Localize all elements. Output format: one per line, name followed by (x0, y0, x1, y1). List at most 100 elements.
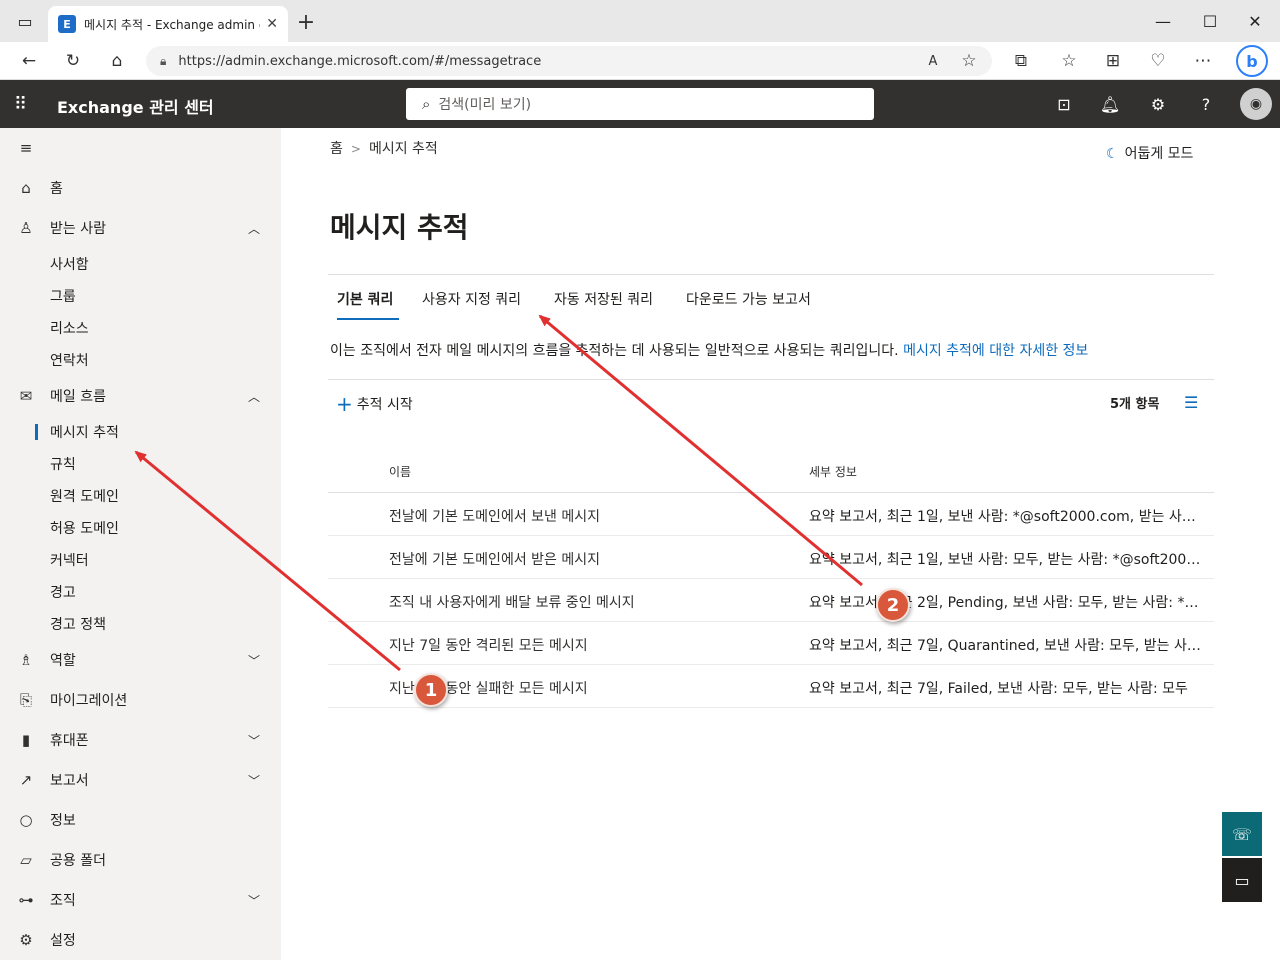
nav-item-public-folders[interactable]: ▱ 공용 폴더 (0, 844, 281, 876)
tab-actions-icon[interactable]: ▭ (2, 0, 48, 42)
nav-item-roles[interactable]: ♗ 역할 ﹀ (0, 644, 281, 676)
chart-icon: ↗ (19, 771, 33, 789)
moon-icon: ☾ (1106, 146, 1119, 162)
avatar[interactable]: ◉ (1240, 88, 1272, 120)
search-placeholder: 검색(미리 보기) (438, 97, 532, 113)
start-trace-label: 추적 시작 (356, 397, 413, 413)
start-trace-button[interactable]: + 추적 시작 (336, 392, 413, 416)
close-tab-icon[interactable]: ✕ (266, 16, 278, 32)
tab-custom-queries[interactable]: 사용자 지정 쿼리 (422, 289, 521, 309)
hamburger-icon: ≡ (19, 139, 33, 157)
address-bar[interactable]: 🔒︎ https://admin.exchange.microsoft.com/… (146, 46, 992, 76)
description-text: 이는 조직에서 전자 메일 메시지의 흐름을 추적하는 데 사용되는 일반적으로… (330, 343, 899, 359)
nav-item-groups[interactable]: 그룹 (0, 280, 281, 312)
browser-essentials-icon[interactable]: ♡ (1143, 46, 1173, 76)
filter-icon[interactable]: ☰ (1184, 393, 1198, 412)
item-count: 5개 항목 (1110, 397, 1160, 412)
row-name: 지난 7일 동안 격리된 모든 메시지 (389, 638, 588, 654)
person-icon: ♙ (19, 219, 33, 237)
row-detail: 요약 보고서, 최근 2일, Pending, 보낸 사람: 모두, 받는 사람… (809, 595, 1206, 611)
help-support-button[interactable]: ☏ (1222, 812, 1262, 856)
favorites-icon[interactable]: ☆ (1054, 46, 1084, 76)
chat-icon: ▭ (1234, 870, 1250, 890)
chevron-down-icon: ﹀ (248, 653, 261, 668)
dark-mode-toggle[interactable]: ☾ 어둡게 모드 (1106, 143, 1193, 163)
table-row[interactable]: 지난 7일 동안 격리된 모든 메시지 요약 보고서, 최근 7일, Quara… (328, 622, 1214, 665)
row-name: 전날에 기본 도메인에서 보낸 메시지 (389, 509, 600, 525)
favorite-add-icon[interactable]: ☆ (954, 46, 984, 76)
roles-icon: ♗ (19, 651, 33, 669)
nav-item-contacts[interactable]: 연락처 (0, 344, 281, 376)
lock-icon: 🔒︎ (160, 53, 167, 68)
bing-copilot-icon[interactable]: b (1236, 45, 1268, 77)
nav-item-mobile[interactable]: ▮ 휴대폰 ﹀ (0, 724, 281, 756)
nav-item-migration[interactable]: ⎘ 마이그레이션 (0, 684, 281, 716)
feedback-button[interactable]: ▭ (1222, 858, 1262, 902)
search-input[interactable]: ⌕ 검색(미리 보기) (406, 88, 874, 120)
new-tab-icon[interactable]: + (292, 8, 320, 36)
nav-item-mailboxes[interactable]: 사서함 (0, 248, 281, 280)
console-icon[interactable]: ⊡ (1052, 92, 1076, 116)
settings-gear-icon[interactable]: ⚙ (1146, 92, 1170, 116)
column-header-details[interactable]: 세부 정보 (809, 463, 857, 480)
breadcrumb-current: 메시지 추적 (368, 141, 438, 157)
nav-item-resources[interactable]: 리소스 (0, 312, 281, 344)
nav-item-recipients[interactable]: ♙ 받는 사람 ︿ (0, 212, 281, 244)
page-title: 메시지 추적 (330, 211, 469, 244)
browser-tab-bar: ▭ E 메시지 추적 - Exchange admin ce ✕ + — ☐ ✕ (0, 0, 1280, 42)
app-name[interactable]: Exchange 관리 센터 (57, 94, 214, 118)
nav-item-mail-flow[interactable]: ✉ 메일 흐름 ︿ (0, 380, 281, 412)
table-row[interactable]: 지난 7일 동안 실패한 모든 메시지 요약 보고서, 최근 7일, Faile… (328, 665, 1214, 708)
close-window-icon[interactable]: ✕ (1232, 0, 1278, 42)
notification-bell-icon[interactable]: 🔔︎ (1098, 92, 1122, 116)
url-text: https://admin.exchange.microsoft.com/#/m… (178, 53, 542, 69)
extensions-icon[interactable]: ⧉ (1006, 46, 1036, 76)
left-navigation: ≡ ⌂ 홈 ♙ 받는 사람 ︿ 사서함 그룹 리소스 연락처 ✉ 메일 흐름 ︿ 메시지 … (0, 128, 281, 960)
nav-item-alerts[interactable]: 경고 (0, 576, 281, 608)
exchange-favicon-icon: E (58, 15, 76, 33)
nav-item-message-trace[interactable]: 메시지 추적 (0, 416, 281, 448)
row-name: 조직 내 사용자에게 배달 보류 중인 메시지 (389, 595, 635, 611)
nav-item-reports[interactable]: ↗ 보고서 ﹀ (0, 764, 281, 796)
nav-item-alert-policies[interactable]: 경고 정책 (0, 608, 281, 640)
read-aloud-icon[interactable]: A (918, 46, 948, 76)
home-icon[interactable]: ⌂ (102, 46, 132, 76)
home-icon: ⌂ (21, 179, 31, 197)
back-icon[interactable]: ← (14, 46, 44, 76)
row-name: 전날에 기본 도메인에서 받은 메시지 (389, 552, 600, 568)
description: 이는 조직에서 전자 메일 메시지의 흐름을 추적하는 데 사용되는 일반적으로… (330, 340, 1088, 360)
table-row[interactable]: 조직 내 사용자에게 배달 보류 중인 메시지 요약 보고서, 최근 2일, P… (328, 579, 1214, 622)
nav-item-insights[interactable]: ○ 정보 (0, 804, 281, 836)
tab-autosaved-queries[interactable]: 자동 저장된 쿼리 (554, 289, 653, 309)
column-header-name[interactable]: 이름 (389, 463, 411, 480)
maximize-icon[interactable]: ☐ (1187, 0, 1233, 42)
more-options-icon[interactable]: ⋯ (1188, 46, 1218, 76)
search-icon: ⌕ (422, 95, 431, 113)
nav-item-accepted-domains[interactable]: 허용 도메인 (0, 512, 281, 544)
table-row[interactable]: 전날에 기본 도메인에서 보낸 메시지 요약 보고서, 최근 1일, 보낸 사람… (328, 493, 1214, 536)
tabs-divider (328, 274, 1214, 275)
tab-default-queries[interactable]: 기본 쿼리 (337, 289, 393, 309)
nav-item-connectors[interactable]: 커넥터 (0, 544, 281, 576)
lightbulb-icon: ○ (19, 811, 33, 829)
collections-icon[interactable]: ⊞ (1098, 46, 1128, 76)
help-icon[interactable]: ? (1194, 92, 1218, 116)
minimize-icon[interactable]: — (1140, 0, 1186, 42)
nav-item-home[interactable]: ⌂ 홈 (0, 172, 281, 204)
mobile-icon: ▮ (21, 731, 31, 749)
refresh-icon[interactable]: ↻ (58, 46, 88, 76)
breadcrumb-home[interactable]: 홈 (330, 141, 343, 157)
table-row[interactable]: 전날에 기본 도메인에서 받은 메시지 요약 보고서, 최근 1일, 보낸 사람… (328, 536, 1214, 579)
nav-collapse-button[interactable]: ≡ (0, 132, 281, 164)
nav-item-organization[interactable]: ⊶ 조직 ﹀ (0, 884, 281, 916)
tab-title: 메시지 추적 - Exchange admin ce (84, 17, 261, 32)
folder-icon: ▱ (20, 851, 32, 869)
nav-item-rules[interactable]: 규칙 (0, 448, 281, 480)
chevron-down-icon: ﹀ (248, 893, 261, 908)
nav-item-settings[interactable]: ⚙ 설정 (0, 924, 281, 956)
tab-downloadable-reports[interactable]: 다운로드 가능 보고서 (686, 289, 811, 309)
browser-tab[interactable]: E 메시지 추적 - Exchange admin ce ✕ (48, 6, 288, 42)
learn-more-link[interactable]: 메시지 추적에 대한 자세한 정보 (903, 343, 1088, 359)
app-launcher-icon[interactable]: ⠿ (14, 94, 27, 115)
nav-item-remote-domains[interactable]: 원격 도메인 (0, 480, 281, 512)
